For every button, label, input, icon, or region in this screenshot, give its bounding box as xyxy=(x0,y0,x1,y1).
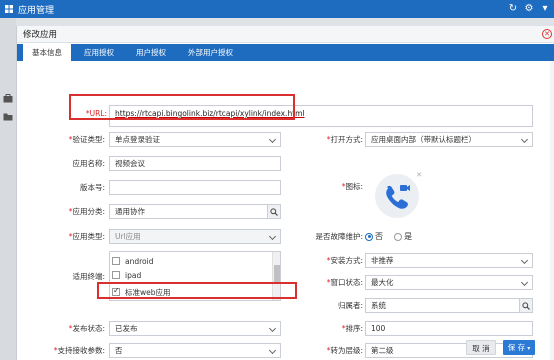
url-highlight-box xyxy=(69,94,295,120)
install-mode-select[interactable]: 非推荐 xyxy=(365,253,533,268)
level-label: *转为层级: xyxy=(326,346,363,355)
dropdown-arrow-icon: ▾ xyxy=(527,345,531,352)
maintenance-no-radio[interactable] xyxy=(365,232,373,241)
window-state-select[interactable]: 最大化 xyxy=(365,275,533,290)
owner-input[interactable]: 系统 xyxy=(365,298,533,313)
sort-input[interactable]: 100 xyxy=(365,321,533,336)
minimize-icon[interactable]: ▾ xyxy=(540,3,550,14)
category-input[interactable]: 通用协作 xyxy=(109,204,281,219)
remove-icon[interactable]: ✕ xyxy=(416,171,422,179)
terminal-android[interactable]: android xyxy=(112,255,153,267)
version-label: 版本号: xyxy=(79,183,105,192)
icon-label: *图标: xyxy=(341,182,363,191)
maintenance-yes-radio[interactable] xyxy=(394,232,403,241)
terminal-ipad[interactable]: ipad xyxy=(112,269,141,281)
maintenance-radio-group: 否 是 xyxy=(365,231,412,242)
auth-type-label: *验证类型: xyxy=(68,135,105,144)
owner-value: 系统 xyxy=(371,301,386,310)
search-icon[interactable] xyxy=(267,205,280,218)
tab-user-auth[interactable]: 用户授权 xyxy=(127,44,175,61)
ipad-checkbox[interactable] xyxy=(112,271,120,279)
cancel-button[interactable]: 取 消 xyxy=(466,340,496,355)
dialog-header: 修改应用 xyxy=(17,26,554,43)
left-toolbar xyxy=(0,18,16,360)
app-grid-icon xyxy=(4,4,14,14)
tab-external-user-auth[interactable]: 外部用户授权 xyxy=(179,44,242,61)
window-title: 应用管理 xyxy=(18,5,55,16)
tab-bar: 基本信息 应用授权 用户授权 外部用户授权 xyxy=(17,44,554,61)
open-mode-select[interactable]: 应用桌面内部（带默认标题栏） xyxy=(365,132,533,147)
auth-type-select[interactable]: 单点登录验证 xyxy=(109,132,281,147)
maintenance-no-label: 否 xyxy=(375,232,383,241)
support-params-select[interactable]: 否 xyxy=(109,343,281,358)
maintenance-yes-label: 是 xyxy=(404,232,413,241)
sort-label: *排序: xyxy=(341,324,363,333)
web-highlight-box xyxy=(97,282,297,299)
close-icon[interactable]: ✕ xyxy=(542,29,552,39)
save-button[interactable]: 保 存 ▾ xyxy=(503,340,535,355)
dialog-title: 修改应用 xyxy=(23,30,58,40)
install-mode-label: *安装方式: xyxy=(326,256,363,265)
category-label: *应用分类: xyxy=(68,207,105,216)
settings-icon[interactable]: ⚙ xyxy=(524,3,534,14)
basic-info-form: *URL: https://rtcapi.bingolink.biz/rtcap… xyxy=(17,61,554,360)
briefcase-icon[interactable] xyxy=(3,94,13,103)
version-input[interactable] xyxy=(109,180,281,195)
terminals-label: 适用终端: xyxy=(72,272,105,281)
save-button-label: 保 存 xyxy=(507,343,526,352)
edit-app-dialog: 修改应用 ✕ 基本信息 应用授权 用户授权 外部用户授权 *URL: https… xyxy=(16,26,554,360)
tab-app-auth[interactable]: 应用授权 xyxy=(75,44,123,61)
publish-state-select[interactable]: 已发布 xyxy=(109,321,281,336)
publish-state-label: *发布状态: xyxy=(68,324,105,333)
app-name-input[interactable]: 视频会议 xyxy=(109,156,281,171)
search-icon[interactable] xyxy=(519,299,532,312)
title-bar: 应用管理 ↻ ⚙ ▾ xyxy=(0,0,554,18)
app-name-label: 应用名称: xyxy=(72,159,105,168)
app-icon-preview[interactable]: ✕ xyxy=(370,169,424,223)
window-state-label: *窗口状态: xyxy=(326,278,363,287)
dialog-scrollbar[interactable] xyxy=(550,61,554,360)
app-type-label: *应用类型: xyxy=(68,232,105,241)
app-window: 应用管理 ↻ ⚙ ▾ 修改应用 ✕ 基本信息 应用授权 用户授权 外部用户授权 … xyxy=(0,0,554,360)
tab-basic-info[interactable]: 基本信息 xyxy=(23,44,71,61)
owner-label: 归属者: xyxy=(337,301,363,310)
maintenance-label: 是否故障维护: xyxy=(315,232,363,241)
open-mode-label: *打开方式: xyxy=(326,135,363,144)
app-type-select: Url应用 xyxy=(109,229,281,244)
refresh-icon[interactable]: ↻ xyxy=(508,3,518,14)
support-params-label: *支持接收参数: xyxy=(53,346,105,355)
folder-icon[interactable] xyxy=(3,112,13,121)
android-checkbox[interactable] xyxy=(112,257,120,265)
category-value: 通用协作 xyxy=(115,207,145,216)
